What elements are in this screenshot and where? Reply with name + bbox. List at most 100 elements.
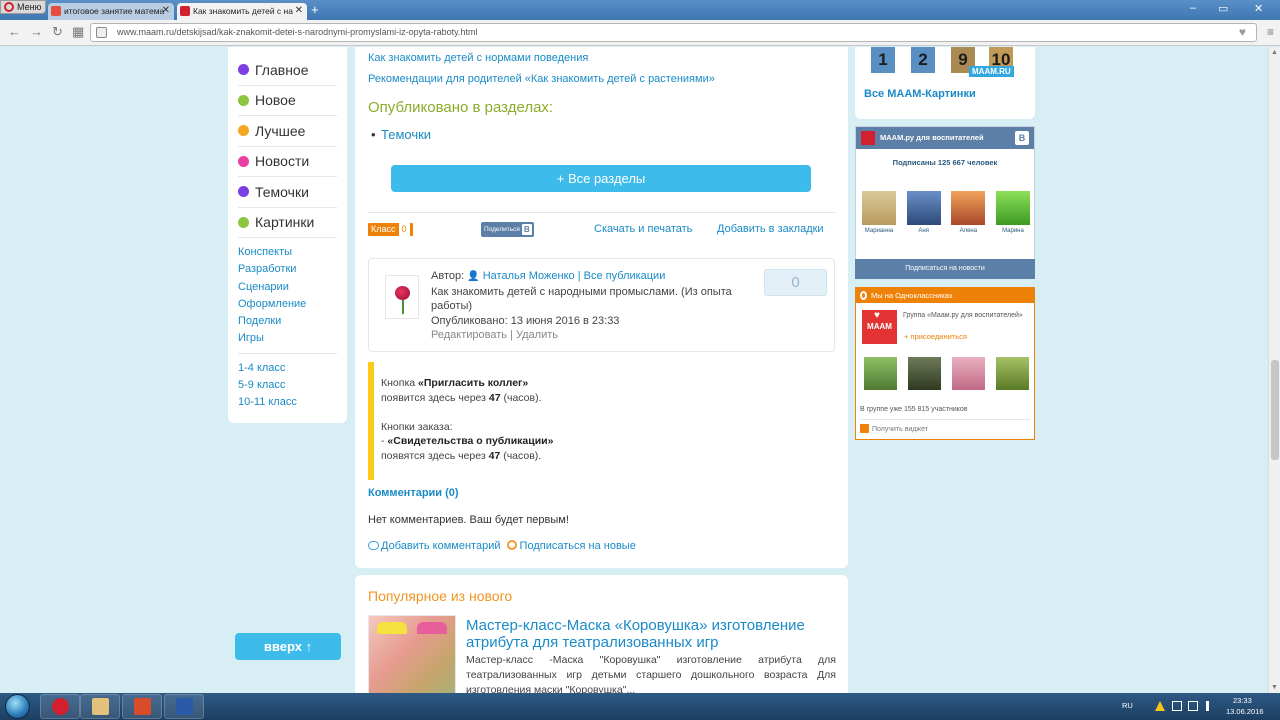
vk-widget-header[interactable]: МААМ.ру для воспитателей В [856,127,1034,149]
maximize-button[interactable]: ▭ [1218,2,1228,15]
scrollbar-thumb[interactable] [1271,360,1279,460]
nav-item-news[interactable]: Новости [238,147,337,177]
picture-thumb[interactable]: 1 [871,47,895,73]
author-name-link[interactable]: Наталья Моженко [483,270,575,282]
minimize-button[interactable]: – [1190,2,1196,14]
browser-toolbar: ← → ↻ ▦ www.maam.ru/detskijsad/kak-znako… [0,20,1280,46]
comments-link[interactable]: Комментарии (0) [368,487,459,499]
start-button[interactable] [2,693,32,720]
address-bar[interactable]: www.maam.ru/detskijsad/kak-znakomit-dete… [90,23,1257,42]
close-tab-icon[interactable]: ✕ [162,3,170,19]
taskbar-word[interactable] [164,694,204,719]
notice-text: Кнопка [381,377,419,389]
warning-icon[interactable] [1155,701,1165,711]
notice-text: (часов). [500,391,542,404]
tab-maam-article[interactable]: Как знакомить детей с на ✕ [177,3,307,20]
flag-icon[interactable] [1172,701,1182,711]
nav-link-konspekty[interactable]: Конспекты [238,244,337,261]
nav-item-main[interactable]: Главное [238,55,337,86]
taskbar-opera[interactable] [40,694,80,719]
separator: | [577,270,581,282]
nav-item-new[interactable]: Новое [238,86,337,116]
popular-item-title[interactable]: Мастер-класс-Маска «Коровушка» изготовле… [466,617,836,651]
published-date: Опубликовано: 13 июня 2016 в 23:33 [431,314,620,327]
left-navigation: Главное Новое Лучшее Новости Темочки Кар… [228,47,347,423]
subscribe-new-link[interactable]: Подписаться на новые [520,540,636,552]
nav-grades-list: 1-4 класс 5-9 класс 10-11 класс [238,360,337,412]
nav-item-best[interactable]: Лучшее [238,116,337,147]
nav-link-grade-5-9[interactable]: 5-9 класс [238,377,337,394]
all-pictures-link[interactable]: Все МААМ-Картинки [864,88,976,100]
member-photo[interactable] [996,357,1029,390]
article-thumbnail[interactable] [385,275,419,319]
download-print-link[interactable]: Скачать и печатать [594,223,692,235]
volume-icon[interactable] [1206,701,1216,711]
taskbar-app[interactable] [122,694,162,719]
avatar [951,191,986,225]
ok-class-button[interactable]: Класс 0 [368,223,413,236]
vote-counter[interactable]: 0 [764,269,827,296]
vk-subscribe-button[interactable]: Подписаться на новости [855,259,1035,279]
delete-link[interactable]: Удалить [516,329,558,341]
person-name: Аня [918,228,929,234]
nav-item-label: Темочки [255,183,309,200]
nav-link-grade-10-11[interactable]: 10-11 класс [238,394,337,411]
bookmark-heart-icon[interactable]: ♥ [1239,24,1246,41]
add-comment-link[interactable]: Добавить комментарий [381,540,500,552]
scroll-up-button[interactable]: вверх ↑ [235,633,341,660]
nav-item-topics[interactable]: Темочки [238,177,337,208]
speed-dial-icon[interactable]: ▦ [72,24,84,40]
extensions-menu-icon[interactable]: ≡ [1267,25,1274,39]
nav-link-oformlenie[interactable]: Оформление [238,296,337,313]
vk-person[interactable]: Марина [995,191,1031,234]
reload-icon[interactable]: ↻ [52,24,63,40]
odnoklassniki-icon [860,291,867,300]
close-window-button[interactable]: ✕ [1254,2,1263,15]
clock-time[interactable]: 23:33 [1233,696,1252,705]
nav-link-igry[interactable]: Игры [238,330,337,347]
clock-date[interactable]: 13.06.2016 [1226,707,1264,716]
related-link[interactable]: Как знакомить детей с нормами поведения [368,52,588,64]
nav-link-razrabotki[interactable]: Разработки [238,261,337,278]
all-publications-link[interactable]: Все публикации [584,270,666,282]
join-group-link[interactable]: + присоединиться [904,332,967,341]
close-tab-icon[interactable]: ✕ [295,3,303,19]
nav-item-pictures[interactable]: Картинки [238,208,337,238]
popular-item-image[interactable] [368,615,456,693]
opera-menu-button[interactable]: Меню [0,0,46,14]
forward-arrow-icon[interactable]: → [30,24,43,39]
new-tab-button[interactable]: + [311,3,319,17]
popular-heading: Популярное из нового [368,588,513,604]
scroll-up-arrow-icon[interactable]: ▲ [1271,49,1278,56]
related-link[interactable]: Рекомендации для родителей «Как знакомит… [368,73,715,85]
language-indicator[interactable]: RU [1122,701,1133,710]
taskbar-explorer[interactable] [80,694,120,719]
nav-link-podelki[interactable]: Поделки [238,313,337,330]
all-sections-button[interactable]: + Все разделы [391,165,811,192]
picture-thumb[interactable]: 2 [911,47,935,73]
member-photo[interactable] [864,357,897,390]
nav-link-scenarii[interactable]: Сценарии [238,279,337,296]
network-icon[interactable] [1188,701,1198,711]
page-scrollbar[interactable]: ▲ ▼ [1268,47,1280,693]
nav-link-grade-1-4[interactable]: 1-4 класс [238,360,337,377]
back-arrow-icon[interactable]: ← [8,24,21,39]
member-photo[interactable] [908,357,941,390]
author-prefix: Автор: [431,270,465,282]
group-name-link[interactable]: Группа «Маам.ру для воспитателей» [903,311,1028,320]
scroll-down-arrow-icon[interactable]: ▼ [1271,684,1278,691]
site-info-icon[interactable] [96,27,107,38]
vk-person[interactable]: Марианна [861,191,897,234]
nav-item-label: Главное [255,61,309,78]
member-photo[interactable] [952,357,985,390]
get-widget-link[interactable]: Получить виджет [860,424,928,433]
group-logo[interactable]: ♥ МААМ [862,310,897,344]
tab-math-lesson[interactable]: итоговое занятие матема ✕ [48,3,174,20]
section-link-temochki[interactable]: Темочки [371,127,431,142]
vk-person[interactable]: Алена [950,191,986,234]
vk-person[interactable]: Аня [906,191,942,234]
vk-share-button[interactable]: Поделиться В [481,222,534,237]
vk-logo-icon: В [521,224,532,235]
edit-link[interactable]: Редактировать [431,329,507,341]
add-bookmark-link[interactable]: Добавить в закладки [717,223,824,235]
